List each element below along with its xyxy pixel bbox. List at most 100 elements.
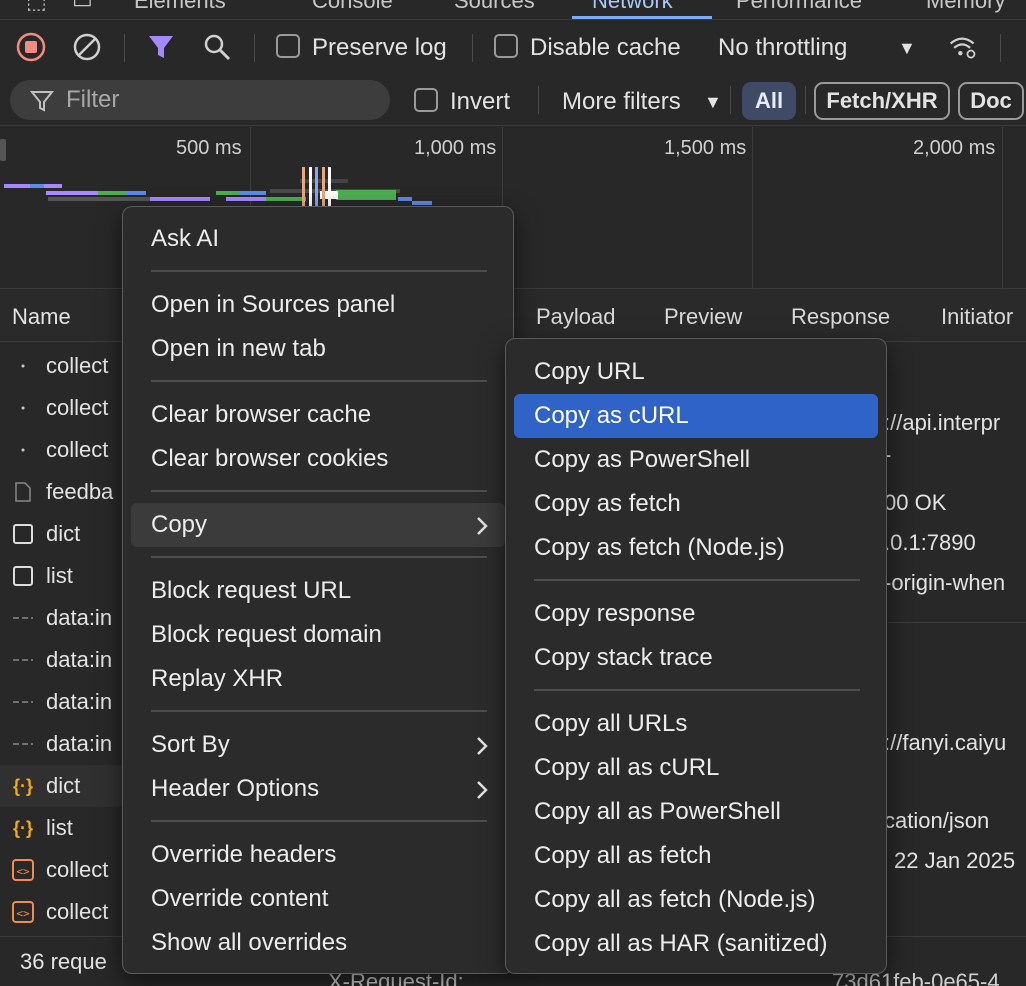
- request-row[interactable]: data:in: [0, 597, 122, 639]
- tab-elements[interactable]: Elements: [134, 0, 226, 14]
- device-toolbar-icon[interactable]: ▭: [72, 0, 93, 14]
- script-icon: <>: [10, 899, 36, 925]
- request-name: collect: [46, 899, 109, 924]
- waterfall-bar: [4, 184, 30, 188]
- tab-network[interactable]: Network: [592, 0, 673, 14]
- menu-item-override-headers[interactable]: Override headers: [131, 833, 505, 877]
- filter-funnel-icon[interactable]: [146, 32, 176, 62]
- request-row[interactable]: collect: [0, 387, 122, 429]
- menu-item-copy-all-as-powershell[interactable]: Copy all as PowerShell: [514, 790, 878, 834]
- menu-item-show-all-overrides[interactable]: Show all overrides: [131, 921, 505, 965]
- toolbar-separator: [1000, 34, 1001, 62]
- menu-item-copy[interactable]: Copy: [131, 503, 505, 547]
- tab-memory[interactable]: Memory: [926, 0, 1005, 14]
- menu-item-label: Header Options: [151, 775, 320, 802]
- search-icon[interactable]: [202, 32, 232, 62]
- request-row[interactable]: data:in: [0, 723, 122, 765]
- menu-item-header-options[interactable]: Header Options: [131, 767, 505, 811]
- menu-item-ask-ai[interactable]: Ask AI: [131, 217, 505, 261]
- menu-item-block-request-url[interactable]: Block request URL: [131, 569, 505, 613]
- record-stop-icon[interactable]: [16, 32, 46, 62]
- menu-item-copy-as-fetch-nodejs[interactable]: Copy as fetch (Node.js): [514, 526, 878, 570]
- timeline-gridline: [1002, 127, 1003, 289]
- menu-item-block-request-domain[interactable]: Block request domain: [131, 613, 505, 657]
- menu-item-copy-all-as-fetch[interactable]: Copy all as fetch: [514, 834, 878, 878]
- invert-label[interactable]: Invert: [450, 88, 510, 116]
- request-row[interactable]: {·} list: [0, 807, 122, 849]
- column-header-name[interactable]: Name: [12, 304, 71, 330]
- tab-performance[interactable]: Performance: [736, 0, 862, 14]
- preserve-log-label[interactable]: Preserve log: [312, 34, 447, 62]
- menu-item-label: Sort By: [151, 731, 230, 758]
- overview-handle[interactable]: [0, 139, 6, 161]
- menu-item-copy-all-as-har[interactable]: Copy all as HAR (sanitized): [514, 922, 878, 966]
- menu-item-copy-stack-trace[interactable]: Copy stack trace: [514, 636, 878, 680]
- filter-placeholder: Filter: [66, 86, 120, 113]
- menu-item-replay-xhr[interactable]: Replay XHR: [131, 657, 505, 701]
- chevron-down-icon[interactable]: ▼: [704, 92, 722, 113]
- menu-item-copy-as-curl[interactable]: Copy as cURL: [514, 394, 878, 438]
- request-row[interactable]: <> collect: [0, 891, 122, 933]
- menu-item-copy-all-as-fetch-nodejs[interactable]: Copy all as fetch (Node.js): [514, 878, 878, 922]
- filter-separator: [538, 86, 539, 114]
- network-conditions-icon[interactable]: [948, 32, 978, 62]
- request-row[interactable]: data:in: [0, 639, 122, 681]
- preserve-log-checkbox[interactable]: [276, 34, 300, 58]
- tab-payload[interactable]: Payload: [536, 304, 616, 330]
- request-row[interactable]: list: [0, 555, 122, 597]
- filter-funnel-icon: [29, 89, 55, 120]
- tab-response[interactable]: Response: [791, 304, 890, 330]
- tab-initiator[interactable]: Initiator: [941, 304, 1013, 330]
- request-row[interactable]: data:in: [0, 681, 122, 723]
- request-row[interactable]: dict: [0, 513, 122, 555]
- dash-icon: [10, 689, 36, 715]
- filter-chip-all[interactable]: All: [742, 82, 796, 120]
- request-row[interactable]: feedba: [0, 471, 122, 513]
- request-row[interactable]: {·} dict: [0, 765, 122, 807]
- filter-chip-fetch-xhr[interactable]: Fetch/XHR: [814, 82, 950, 120]
- tab-preview[interactable]: Preview: [664, 304, 742, 330]
- menu-item-open-in-new-tab[interactable]: Open in new tab: [131, 327, 505, 371]
- menu-item-clear-browser-cache[interactable]: Clear browser cache: [131, 393, 505, 437]
- menu-item-copy-as-powershell[interactable]: Copy as PowerShell: [514, 438, 878, 482]
- waterfall-bar: [98, 191, 126, 195]
- waterfall-bar: [398, 197, 412, 201]
- inspect-icon[interactable]: ⬚: [26, 0, 47, 14]
- menu-item-copy-url[interactable]: Copy URL: [514, 350, 878, 394]
- menu-item-copy-all-urls[interactable]: Copy all URLs: [514, 702, 878, 746]
- request-row[interactable]: collect: [0, 429, 122, 471]
- more-filters-dropdown[interactable]: More filters: [562, 88, 681, 116]
- request-count: 36 reque: [20, 949, 107, 974]
- svg-text:<>: <>: [16, 907, 30, 920]
- clear-icon[interactable]: [72, 32, 102, 62]
- menu-item-copy-all-as-curl[interactable]: Copy all as cURL: [514, 746, 878, 790]
- request-name: list: [46, 563, 73, 588]
- menu-item-clear-browser-cookies[interactable]: Clear browser cookies: [131, 437, 505, 481]
- request-row[interactable]: collect: [0, 345, 122, 387]
- timeline-label-1000: 1,000 ms: [414, 137, 497, 159]
- menu-item-open-in-sources[interactable]: Open in Sources panel: [131, 283, 505, 327]
- disable-cache-checkbox[interactable]: [494, 34, 518, 58]
- filter-chip-doc[interactable]: Doc: [958, 82, 1024, 120]
- menu-item-sort-by[interactable]: Sort By: [131, 723, 505, 767]
- filter-separator: [805, 86, 806, 114]
- invert-checkbox[interactable]: [414, 88, 438, 112]
- disable-cache-label[interactable]: Disable cache: [530, 34, 681, 62]
- request-name: collect: [46, 437, 109, 462]
- menu-item-copy-response[interactable]: Copy response: [514, 592, 878, 636]
- request-name: data:in: [46, 647, 113, 672]
- menu-separator: [151, 556, 487, 558]
- tab-sources[interactable]: Sources: [454, 0, 535, 14]
- throttling-select[interactable]: No throttling: [718, 34, 847, 62]
- request-row[interactable]: <> collect: [0, 849, 122, 891]
- detail-status-code: 00 OK: [884, 490, 947, 515]
- menu-item-override-content[interactable]: Override content: [131, 877, 505, 921]
- menu-separator: [151, 490, 487, 492]
- waterfall-bar: [126, 191, 146, 195]
- filter-input[interactable]: Filter: [10, 80, 390, 120]
- svg-text:<>: <>: [16, 865, 30, 878]
- tab-console[interactable]: Console: [312, 0, 393, 14]
- chevron-down-icon[interactable]: ▼: [898, 38, 916, 59]
- braces-icon: {·}: [12, 775, 33, 796]
- menu-item-copy-as-fetch[interactable]: Copy as fetch: [514, 482, 878, 526]
